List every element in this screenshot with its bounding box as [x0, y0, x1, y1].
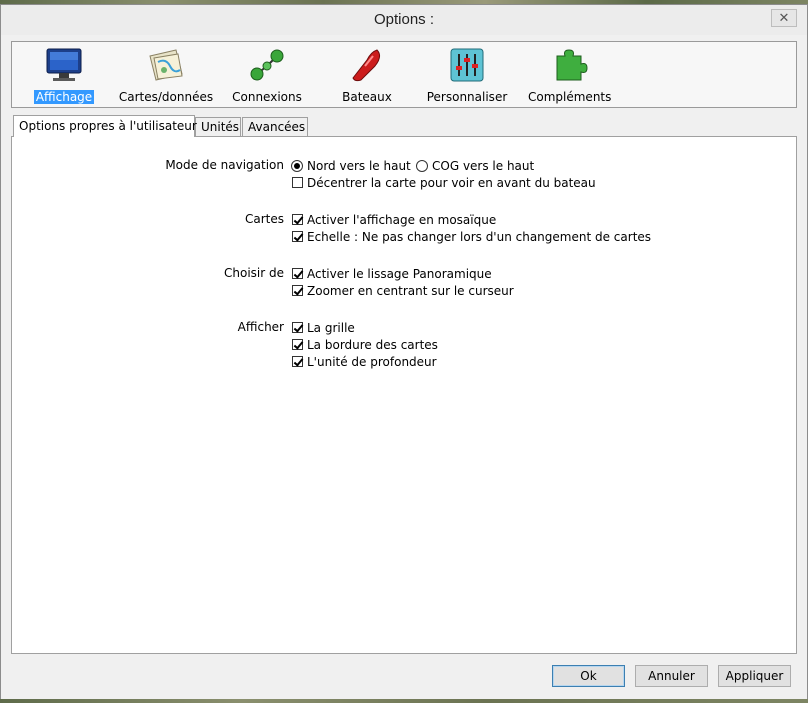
checkbox-mosaique[interactable]: Activer l'affichage en mosaïque: [292, 211, 496, 228]
checkbox-profondeur-box[interactable]: [292, 356, 303, 367]
checkbox-grille-box[interactable]: [292, 322, 303, 333]
radio-cog[interactable]: COG vers le haut: [416, 157, 534, 174]
ok-button[interactable]: Ok: [552, 665, 625, 687]
desktop-background-bottom: [0, 699, 808, 703]
group-label-navigation: Mode de navigation: [165, 158, 284, 172]
checkbox-mosaique-box[interactable]: [292, 214, 303, 225]
group-label-afficher: Afficher: [237, 320, 284, 334]
connections-icon: [247, 46, 287, 84]
toolbar-label-cartes: Cartes/données: [118, 90, 214, 104]
toolbar-item-personnaliser[interactable]: Personnaliser: [424, 46, 510, 104]
toolbar-item-cartes[interactable]: Cartes/données: [116, 46, 216, 104]
checkbox-decentrer[interactable]: Décentrer la carte pour voir en avant du…: [292, 174, 596, 191]
toolbar-item-affichage[interactable]: Affichage: [30, 46, 98, 104]
toolbar-item-connexions[interactable]: Connexions: [230, 46, 304, 104]
checkbox-bordure-box[interactable]: [292, 339, 303, 350]
checkbox-grille-label: La grille: [307, 320, 355, 335]
title-bar: Options : ✕: [1, 5, 807, 35]
checkbox-profondeur[interactable]: L'unité de profondeur: [292, 353, 437, 370]
checkbox-mosaique-label: Activer l'affichage en mosaïque: [307, 212, 497, 227]
close-icon: ✕: [778, 10, 790, 26]
checkbox-zoomer[interactable]: Zoomer en centrant sur le curseur: [292, 282, 514, 299]
toolbar-label-complements: Compléments: [528, 90, 612, 104]
apply-button[interactable]: Appliquer: [718, 665, 791, 687]
checkbox-zoomer-box[interactable]: [292, 285, 303, 296]
tab-options-utilisateur[interactable]: Options propres à l'utilisateur: [13, 115, 197, 137]
cancel-button[interactable]: Annuler: [635, 665, 708, 687]
category-toolbar: Affichage Cartes/données Connexions Bate…: [11, 41, 797, 108]
toolbar-item-bateaux[interactable]: Bateaux: [334, 46, 400, 104]
checkbox-lissage-box[interactable]: [292, 268, 303, 279]
sliders-icon: [447, 46, 487, 84]
group-label-cartes: Cartes: [244, 212, 284, 226]
checkbox-grille[interactable]: La grille: [292, 319, 355, 336]
checkbox-decentrer-label: Décentrer la carte pour voir en avant du…: [307, 175, 596, 190]
radio-cog-indicator[interactable]: [416, 159, 428, 172]
boat-icon: [347, 46, 387, 84]
tab-unites[interactable]: Unités: [195, 117, 241, 136]
tab-avancees[interactable]: Avancées: [242, 117, 308, 136]
checkbox-echelle-label: Echelle : Ne pas changer lors d'un chang…: [307, 229, 652, 244]
checkbox-bordure-label: La bordure des cartes: [307, 337, 438, 352]
checkbox-decentrer-box[interactable]: [292, 177, 303, 188]
checkbox-lissage[interactable]: Activer le lissage Panoramique: [292, 265, 492, 282]
radio-nord-indicator[interactable]: [291, 159, 303, 172]
toolbar-label-personnaliser: Personnaliser: [426, 90, 508, 104]
monitor-icon: [44, 46, 84, 84]
checkbox-lissage-label: Activer le lissage Panoramique: [307, 266, 492, 281]
puzzle-icon: [549, 46, 589, 84]
checkbox-bordure[interactable]: La bordure des cartes: [292, 336, 438, 353]
checkbox-zoomer-label: Zoomer en centrant sur le curseur: [307, 283, 514, 298]
toolbar-label-bateaux: Bateaux: [342, 90, 392, 104]
toolbar-item-complements[interactable]: Compléments: [526, 46, 612, 104]
window-title: Options :: [373, 11, 435, 28]
charts-icon: [146, 46, 186, 84]
options-dialog: Options : ✕ Affichage Cartes/données Con…: [0, 4, 808, 701]
options-panel: Mode de navigation Nord vers le haut COG…: [11, 136, 797, 654]
radio-nord[interactable]: Nord vers le haut: [291, 157, 411, 174]
checkbox-profondeur-label: L'unité de profondeur: [307, 354, 437, 369]
toolbar-label-connexions: Connexions: [232, 90, 302, 104]
radio-cog-label: COG vers le haut: [432, 158, 535, 173]
checkbox-echelle-box[interactable]: [292, 231, 303, 242]
group-label-choisir: Choisir de: [224, 266, 284, 280]
radio-nord-label: Nord vers le haut: [307, 158, 411, 173]
checkbox-echelle[interactable]: Echelle : Ne pas changer lors d'un chang…: [292, 228, 651, 245]
toolbar-label-affichage: Affichage: [33, 90, 95, 104]
close-button[interactable]: ✕: [771, 9, 797, 27]
